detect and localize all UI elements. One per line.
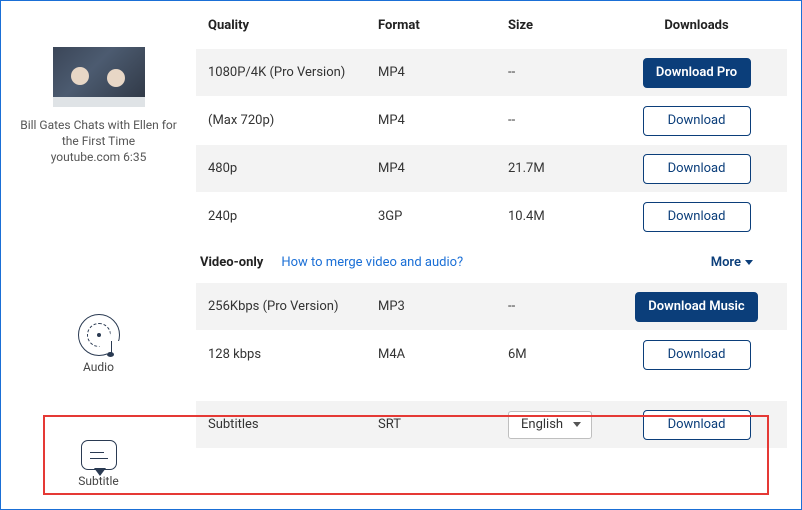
chevron-down-icon [745, 260, 753, 265]
table-row: 240p 3GP 10.4M Download [196, 193, 787, 241]
cell-quality: (Max 720p) [208, 113, 378, 128]
merge-help-link[interactable]: How to merge video and audio? [281, 255, 463, 270]
cell-quality: 128 kbps [208, 347, 378, 362]
download-button[interactable]: Download [643, 106, 751, 136]
audio-icon [78, 314, 120, 356]
content-area: Quality Format Size Downloads 1080P/4K (… [196, 1, 801, 509]
more-toggle[interactable]: More [711, 255, 783, 270]
download-button[interactable]: Download [643, 154, 751, 184]
cell-quality: 256Kbps (Pro Version) [208, 299, 378, 314]
cell-size: 21.7M [508, 161, 618, 176]
table-row: 1080P/4K (Pro Version) MP4 -- Download P… [196, 49, 787, 97]
cell-format: SRT [378, 417, 508, 432]
cell-size: 6M [508, 347, 618, 362]
subtitle-icon [81, 440, 117, 470]
video-only-title: Video-only [200, 255, 263, 270]
subtitle-language-select[interactable]: English [508, 411, 592, 439]
download-button[interactable]: Download [643, 340, 751, 370]
cell-size: -- [508, 65, 618, 80]
cell-quality: 240p [208, 209, 378, 224]
header-quality: Quality [208, 18, 378, 33]
download-button[interactable]: Download [643, 410, 751, 440]
cell-size: 10.4M [508, 209, 618, 224]
cell-format: 3GP [378, 209, 508, 224]
cell-format: MP4 [378, 161, 508, 176]
cell-format: MP3 [378, 299, 508, 314]
cell-size: -- [508, 299, 618, 314]
table-row: 256Kbps (Pro Version) MP3 -- Download Mu… [196, 283, 787, 331]
cell-format: MP4 [378, 113, 508, 128]
download-music-button[interactable]: Download Music [635, 292, 757, 322]
more-label: More [711, 255, 741, 270]
video-only-bar: Video-only How to merge video and audio?… [196, 241, 787, 283]
video-source-line: youtube.com 6:35 [11, 149, 186, 165]
table-row: (Max 720p) MP4 -- Download [196, 97, 787, 145]
video-meta: Bill Gates Chats with Ellen for the Firs… [1, 117, 196, 166]
table-row: 128 kbps M4A 6M Download [196, 331, 787, 379]
header-format: Format [378, 18, 508, 33]
sidebar-item-audio: Audio [78, 314, 120, 374]
chevron-down-icon [573, 422, 581, 427]
download-button[interactable]: Download [643, 202, 751, 232]
cell-format: M4A [378, 347, 508, 362]
table-row: 480p MP4 21.7M Download [196, 145, 787, 193]
table-header: Quality Format Size Downloads [196, 1, 787, 49]
cell-format: MP4 [378, 65, 508, 80]
cell-size: -- [508, 113, 618, 128]
audio-label: Audio [83, 360, 114, 374]
sidebar-item-subtitle: Subtitle [78, 440, 119, 488]
app-frame: Bill Gates Chats with Ellen for the Firs… [0, 0, 802, 510]
header-downloads: Downloads [618, 18, 775, 33]
video-title: Bill Gates Chats with Ellen for the Firs… [11, 117, 186, 149]
video-thumbnail[interactable] [53, 47, 145, 107]
download-pro-button[interactable]: Download Pro [643, 58, 751, 88]
cell-quality: 480p [208, 161, 378, 176]
subtitle-row: Subtitles SRT English Download [196, 401, 787, 449]
header-size: Size [508, 18, 618, 33]
sidebar: Bill Gates Chats with Ellen for the Firs… [1, 1, 196, 509]
subtitle-language-selected: English [521, 417, 563, 432]
cell-quality: Subtitles [208, 417, 378, 432]
cell-quality: 1080P/4K (Pro Version) [208, 65, 378, 80]
